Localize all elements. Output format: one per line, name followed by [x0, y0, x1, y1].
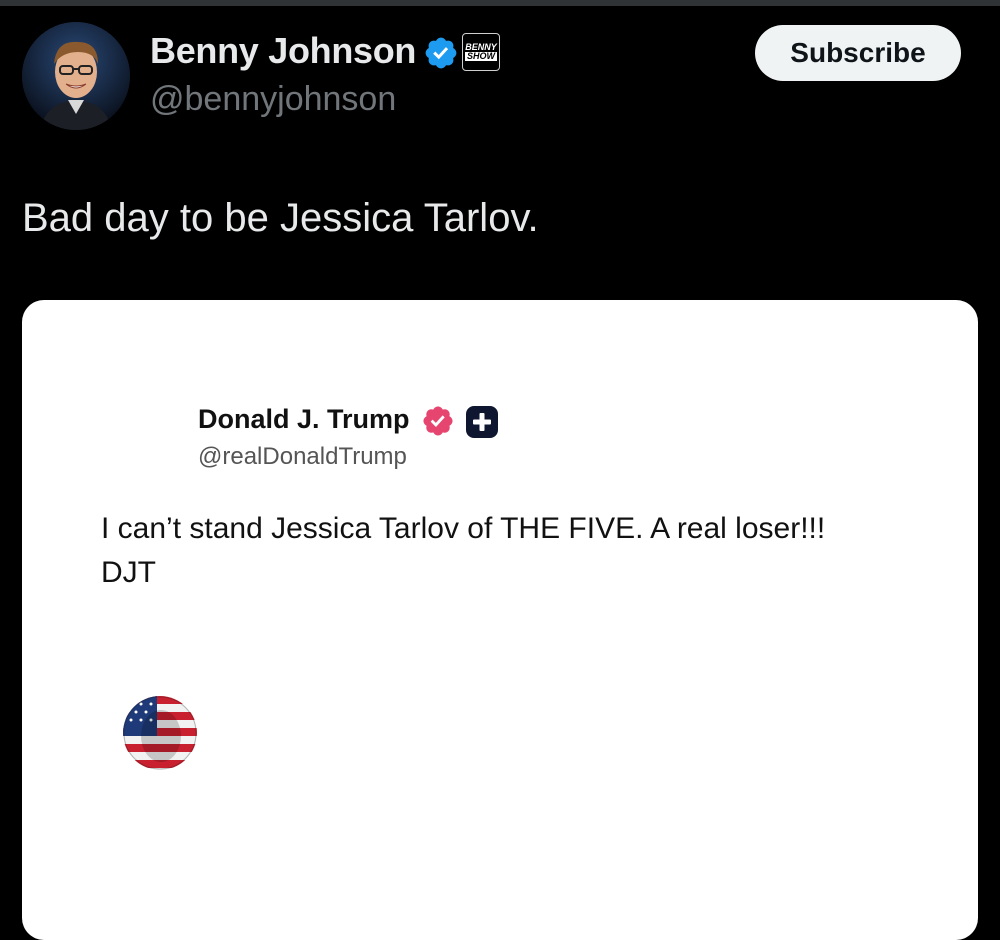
- author-avatar-image: [22, 22, 130, 130]
- post-media-image[interactable]: [22, 300, 978, 940]
- author-avatar[interactable]: [22, 22, 130, 130]
- affiliate-badge-line-2: SHOW: [465, 51, 497, 61]
- plus-badge-icon: [466, 406, 498, 438]
- embedded-author-handle: @realDonaldTrump: [198, 443, 407, 470]
- embedded-post-text: I can’t stand Jessica Tarlov of THE FIVE…: [101, 512, 826, 589]
- top-divider: [0, 0, 1000, 6]
- author-handle[interactable]: @bennyjohnson: [150, 80, 396, 119]
- embedded-author-name: Donald J. Trump: [198, 404, 410, 434]
- subscribe-button[interactable]: Subscribe: [755, 25, 961, 81]
- flag-portrait-image: [123, 696, 197, 770]
- author-display-name[interactable]: Benny Johnson: [150, 30, 416, 72]
- post-text: Bad day to be Jessica Tarlov.: [22, 196, 539, 240]
- embedded-verified-icon: [423, 406, 453, 436]
- verified-badge-icon: [425, 37, 457, 69]
- affiliate-badge-icon[interactable]: BENNY SHOW: [462, 33, 500, 71]
- embedded-author-avatar: [123, 696, 197, 770]
